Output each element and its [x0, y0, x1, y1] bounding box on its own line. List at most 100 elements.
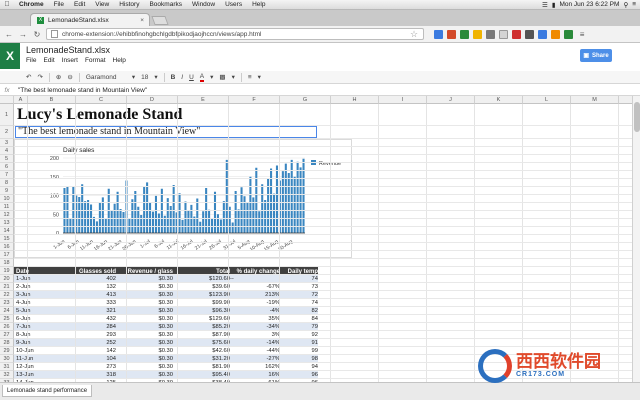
column-header-E[interactable]: E: [178, 96, 229, 104]
extension-icon[interactable]: [473, 29, 483, 39]
row-header-2[interactable]: 2: [0, 126, 14, 139]
column-header-B[interactable]: B: [28, 96, 76, 104]
row-header-12[interactable]: 12: [0, 211, 14, 219]
row-header-4[interactable]: 4: [0, 147, 14, 155]
column-header-C[interactable]: C: [76, 96, 127, 104]
column-header-L[interactable]: L: [523, 96, 571, 104]
clock[interactable]: Mon Jun 23 6:22 PM: [559, 1, 619, 8]
daily-sales-chart[interactable]: Daily sales0501001502001-Jun6-Jun11-Jun1…: [14, 139, 352, 258]
bookmark-star-icon[interactable]: ☆: [410, 29, 418, 40]
app-menu-help[interactable]: Help: [113, 57, 126, 64]
close-tab-icon[interactable]: ×: [140, 17, 144, 24]
row-header-18[interactable]: 18: [0, 259, 14, 267]
row-header-17[interactable]: 17: [0, 251, 14, 259]
column-header-D[interactable]: D: [127, 96, 178, 104]
font-family-select[interactable]: Garamond: [86, 74, 126, 81]
row-header-6[interactable]: 6: [0, 163, 14, 171]
row-header-21[interactable]: 21: [0, 283, 14, 291]
menu-history[interactable]: History: [114, 1, 144, 8]
extension-icon[interactable]: [538, 29, 548, 39]
extension-icon[interactable]: [460, 29, 470, 39]
column-header-I[interactable]: I: [379, 96, 427, 104]
menu-window[interactable]: Window: [187, 1, 220, 8]
column-header-N[interactable]: N: [619, 96, 632, 104]
column-header-M[interactable]: M: [571, 96, 619, 104]
fill-color-icon[interactable]: ▩: [219, 73, 225, 81]
zoom-in-icon[interactable]: ⊕: [56, 73, 61, 81]
menu-edit[interactable]: Edit: [69, 1, 90, 8]
row-header-19[interactable]: 19: [0, 267, 14, 275]
select-all-corner[interactable]: [0, 96, 14, 104]
app-menu-format[interactable]: Format: [85, 57, 106, 64]
address-bar[interactable]: chrome-extension://ehibbfinohgbchlgdbfpi…: [46, 28, 424, 40]
row-header-26[interactable]: 26: [0, 323, 14, 331]
spreadsheet-grid[interactable]: Lucy's Lemonade Stand "The best lemonade…: [0, 96, 632, 382]
chevron-down-icon[interactable]: ▾: [154, 73, 157, 81]
text-color-icon[interactable]: A: [199, 73, 205, 82]
row-header-14[interactable]: 14: [0, 227, 14, 235]
app-menu-insert[interactable]: Insert: [62, 57, 78, 64]
row-header-5[interactable]: 5: [0, 155, 14, 163]
extension-icon[interactable]: [499, 29, 509, 39]
column-header-G[interactable]: G: [280, 96, 331, 104]
column-header-F[interactable]: F: [229, 96, 280, 104]
font-size-select[interactable]: 18: [141, 74, 148, 81]
extension-icon[interactable]: [564, 29, 574, 39]
reload-icon[interactable]: ↻: [32, 29, 42, 39]
extension-icon[interactable]: [447, 29, 457, 39]
browser-tab[interactable]: X LemonadeStand.xlsx ×: [30, 13, 150, 26]
zoom-out-icon[interactable]: ⊖: [67, 73, 72, 81]
row-header-25[interactable]: 25: [0, 315, 14, 323]
column-header-J[interactable]: J: [427, 96, 475, 104]
apple-icon[interactable]: : [0, 1, 14, 8]
row-header-29[interactable]: 29: [0, 347, 14, 355]
wifi-icon[interactable]: ☰: [542, 1, 548, 9]
extension-icon[interactable]: [551, 29, 561, 39]
chevron-down-icon[interactable]: ▾: [232, 73, 235, 81]
chevron-down-icon[interactable]: ▾: [258, 73, 261, 81]
extension-icon[interactable]: [512, 29, 522, 39]
app-menu-edit[interactable]: Edit: [43, 57, 54, 64]
extension-icon[interactable]: [525, 29, 535, 39]
row-header-13[interactable]: 13: [0, 219, 14, 227]
menu-users[interactable]: Users: [220, 1, 247, 8]
row-header-22[interactable]: 22: [0, 291, 14, 299]
row-header-9[interactable]: 9: [0, 187, 14, 195]
row-header-15[interactable]: 15: [0, 235, 14, 243]
column-header-H[interactable]: H: [331, 96, 379, 104]
menu-help[interactable]: Help: [247, 1, 270, 8]
forward-icon[interactable]: →: [18, 29, 28, 39]
underline-icon[interactable]: U: [189, 74, 194, 81]
chrome-menu-icon[interactable]: ≡: [577, 29, 587, 39]
row-header-32[interactable]: 32: [0, 371, 14, 379]
extension-icon[interactable]: [434, 29, 444, 39]
menu-view[interactable]: View: [90, 1, 114, 8]
column-header-A[interactable]: A: [14, 96, 28, 104]
row-header-8[interactable]: 8: [0, 179, 14, 187]
row-header-28[interactable]: 28: [0, 339, 14, 347]
row-header-7[interactable]: 7: [0, 171, 14, 179]
new-tab-button[interactable]: [151, 16, 169, 25]
row-header-11[interactable]: 11: [0, 203, 14, 211]
sheet-tab[interactable]: Lemonade stand performance: [2, 385, 93, 397]
row-header-27[interactable]: 27: [0, 331, 14, 339]
row-header-3[interactable]: 3: [0, 139, 14, 147]
menu-list-icon[interactable]: ≡: [632, 1, 636, 8]
menu-file[interactable]: File: [49, 1, 69, 8]
align-icon[interactable]: ≡: [248, 74, 252, 81]
row-header-10[interactable]: 10: [0, 195, 14, 203]
formula-input[interactable]: "The best lemonade stand in Mountain Vie…: [14, 87, 147, 94]
row-header-16[interactable]: 16: [0, 243, 14, 251]
vertical-scrollbar[interactable]: [632, 96, 640, 382]
chevron-down-icon[interactable]: ▾: [210, 73, 213, 81]
menu-app[interactable]: Chrome: [14, 1, 49, 8]
row-header-24[interactable]: 24: [0, 307, 14, 315]
selected-cell-subtitle[interactable]: "The best lemonade stand in Mountain Vie…: [15, 126, 317, 138]
sheet-title[interactable]: Lucy's Lemonade Stand: [17, 106, 182, 124]
app-menu-file[interactable]: File: [26, 57, 36, 64]
share-button[interactable]: ▣ Share: [580, 49, 612, 62]
battery-icon[interactable]: ▮: [552, 1, 556, 9]
row-header-30[interactable]: 30: [0, 355, 14, 363]
extension-icon[interactable]: [486, 29, 496, 39]
row-header-1[interactable]: 1: [0, 104, 14, 126]
